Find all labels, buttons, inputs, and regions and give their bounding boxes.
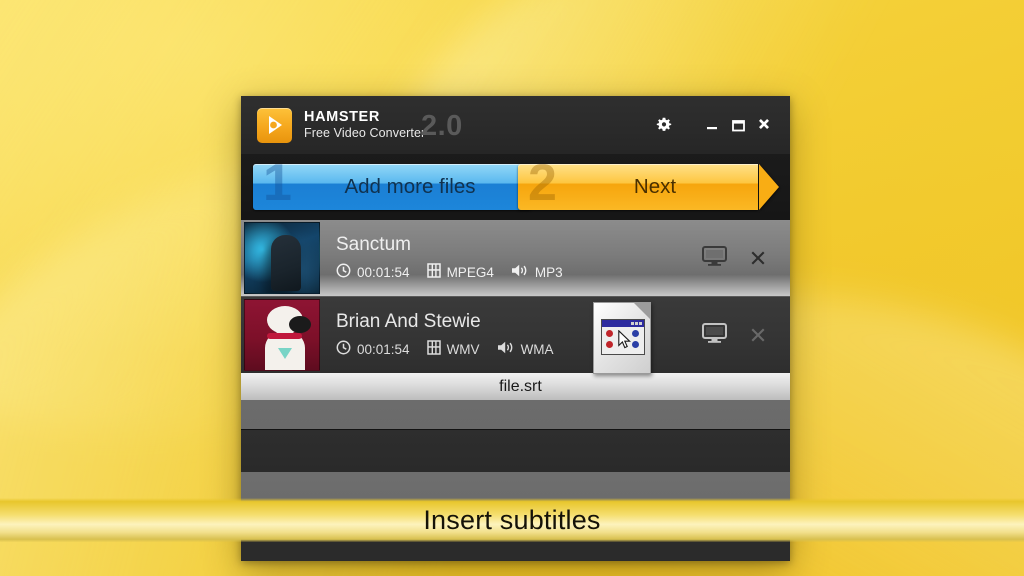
file-info: Sanctum 00:01:54 MPEG4 MP3	[336, 234, 701, 283]
gear-icon[interactable]	[651, 112, 677, 138]
brand-name: HAMSTER	[304, 109, 380, 126]
version-label: 2.0	[421, 110, 463, 142]
add-more-files-button[interactable]: 1 Add more files	[253, 164, 531, 210]
title-bar: HAMSTER Free Video Converter 2.0	[241, 96, 790, 154]
caption-text: Insert subtitles	[423, 504, 601, 535]
add-more-files-label: Add more files	[344, 175, 476, 198]
window-controls	[651, 96, 777, 154]
caption-overlay: Insert subtitles	[0, 498, 1024, 542]
file-title: Sanctum	[336, 233, 411, 255]
duration-meta: 00:01:54	[336, 340, 410, 360]
dragged-file-icon[interactable]	[593, 302, 651, 374]
brian-thumbnail	[244, 299, 320, 371]
duration-meta: 00:01:54	[336, 263, 410, 283]
desktop-background: HAMSTER Free Video Converter 2.0 1 Add m…	[0, 0, 1024, 576]
next-button[interactable]: 2 Next	[518, 164, 758, 210]
table-row[interactable]: Brian And Stewie 00:01:54 WMV WMA file.s…	[241, 297, 790, 400]
application-window: HAMSTER Free Video Converter 2.0 1 Add m…	[241, 96, 790, 561]
clock-icon	[336, 340, 351, 360]
remove-file-button[interactable]	[748, 325, 768, 345]
row-actions	[701, 245, 768, 272]
document-preview-thumb	[601, 319, 645, 355]
srt-document-icon	[593, 302, 651, 374]
audio-format-value: MP3	[534, 265, 563, 280]
monitor-icon[interactable]	[701, 322, 728, 349]
bottom-panel	[241, 429, 790, 472]
sanctum-thumbnail	[244, 222, 320, 294]
file-metadata: 00:01:54 MPEG4 MP3	[336, 262, 701, 283]
minimize-icon[interactable]	[699, 112, 725, 138]
step-buttons-bar: 1 Add more files 2 Next	[241, 154, 790, 220]
arrow-cursor-icon	[618, 329, 631, 354]
video-format-value: WMV	[446, 342, 480, 357]
close-icon[interactable]	[751, 112, 777, 138]
speaker-icon	[497, 340, 515, 360]
duration-value: 00:01:54	[357, 342, 410, 357]
next-label: Next	[633, 175, 677, 198]
duration-value: 00:01:54	[357, 265, 410, 280]
audio-format-meta: WMA	[497, 340, 554, 360]
video-format-meta: MPEG4	[426, 262, 494, 283]
maximize-icon[interactable]	[725, 112, 751, 138]
audio-format-meta: MP3	[511, 263, 563, 283]
speaker-icon	[511, 263, 529, 283]
hamster-logo-icon	[257, 107, 292, 143]
table-row[interactable]: Sanctum 00:01:54 MPEG4 MP3	[241, 220, 790, 297]
film-icon	[426, 262, 441, 283]
video-format-value: MPEG4	[446, 265, 494, 280]
brand-subtitle: Free Video Converter	[304, 126, 426, 141]
dragged-file-label-band: file.srt	[241, 373, 790, 400]
brand-block: HAMSTER Free Video Converter	[304, 110, 425, 140]
film-icon	[426, 339, 441, 360]
audio-format-value: WMA	[520, 342, 554, 357]
file-list: Sanctum 00:01:54 MPEG4 MP3 Brian And Ste…	[241, 220, 790, 429]
video-format-meta: WMV	[426, 339, 480, 360]
monitor-icon[interactable]	[701, 245, 728, 272]
row-actions	[701, 322, 768, 349]
dragged-file-name: file.srt	[499, 377, 542, 395]
clock-icon	[336, 263, 351, 283]
remove-file-button[interactable]	[748, 248, 768, 268]
